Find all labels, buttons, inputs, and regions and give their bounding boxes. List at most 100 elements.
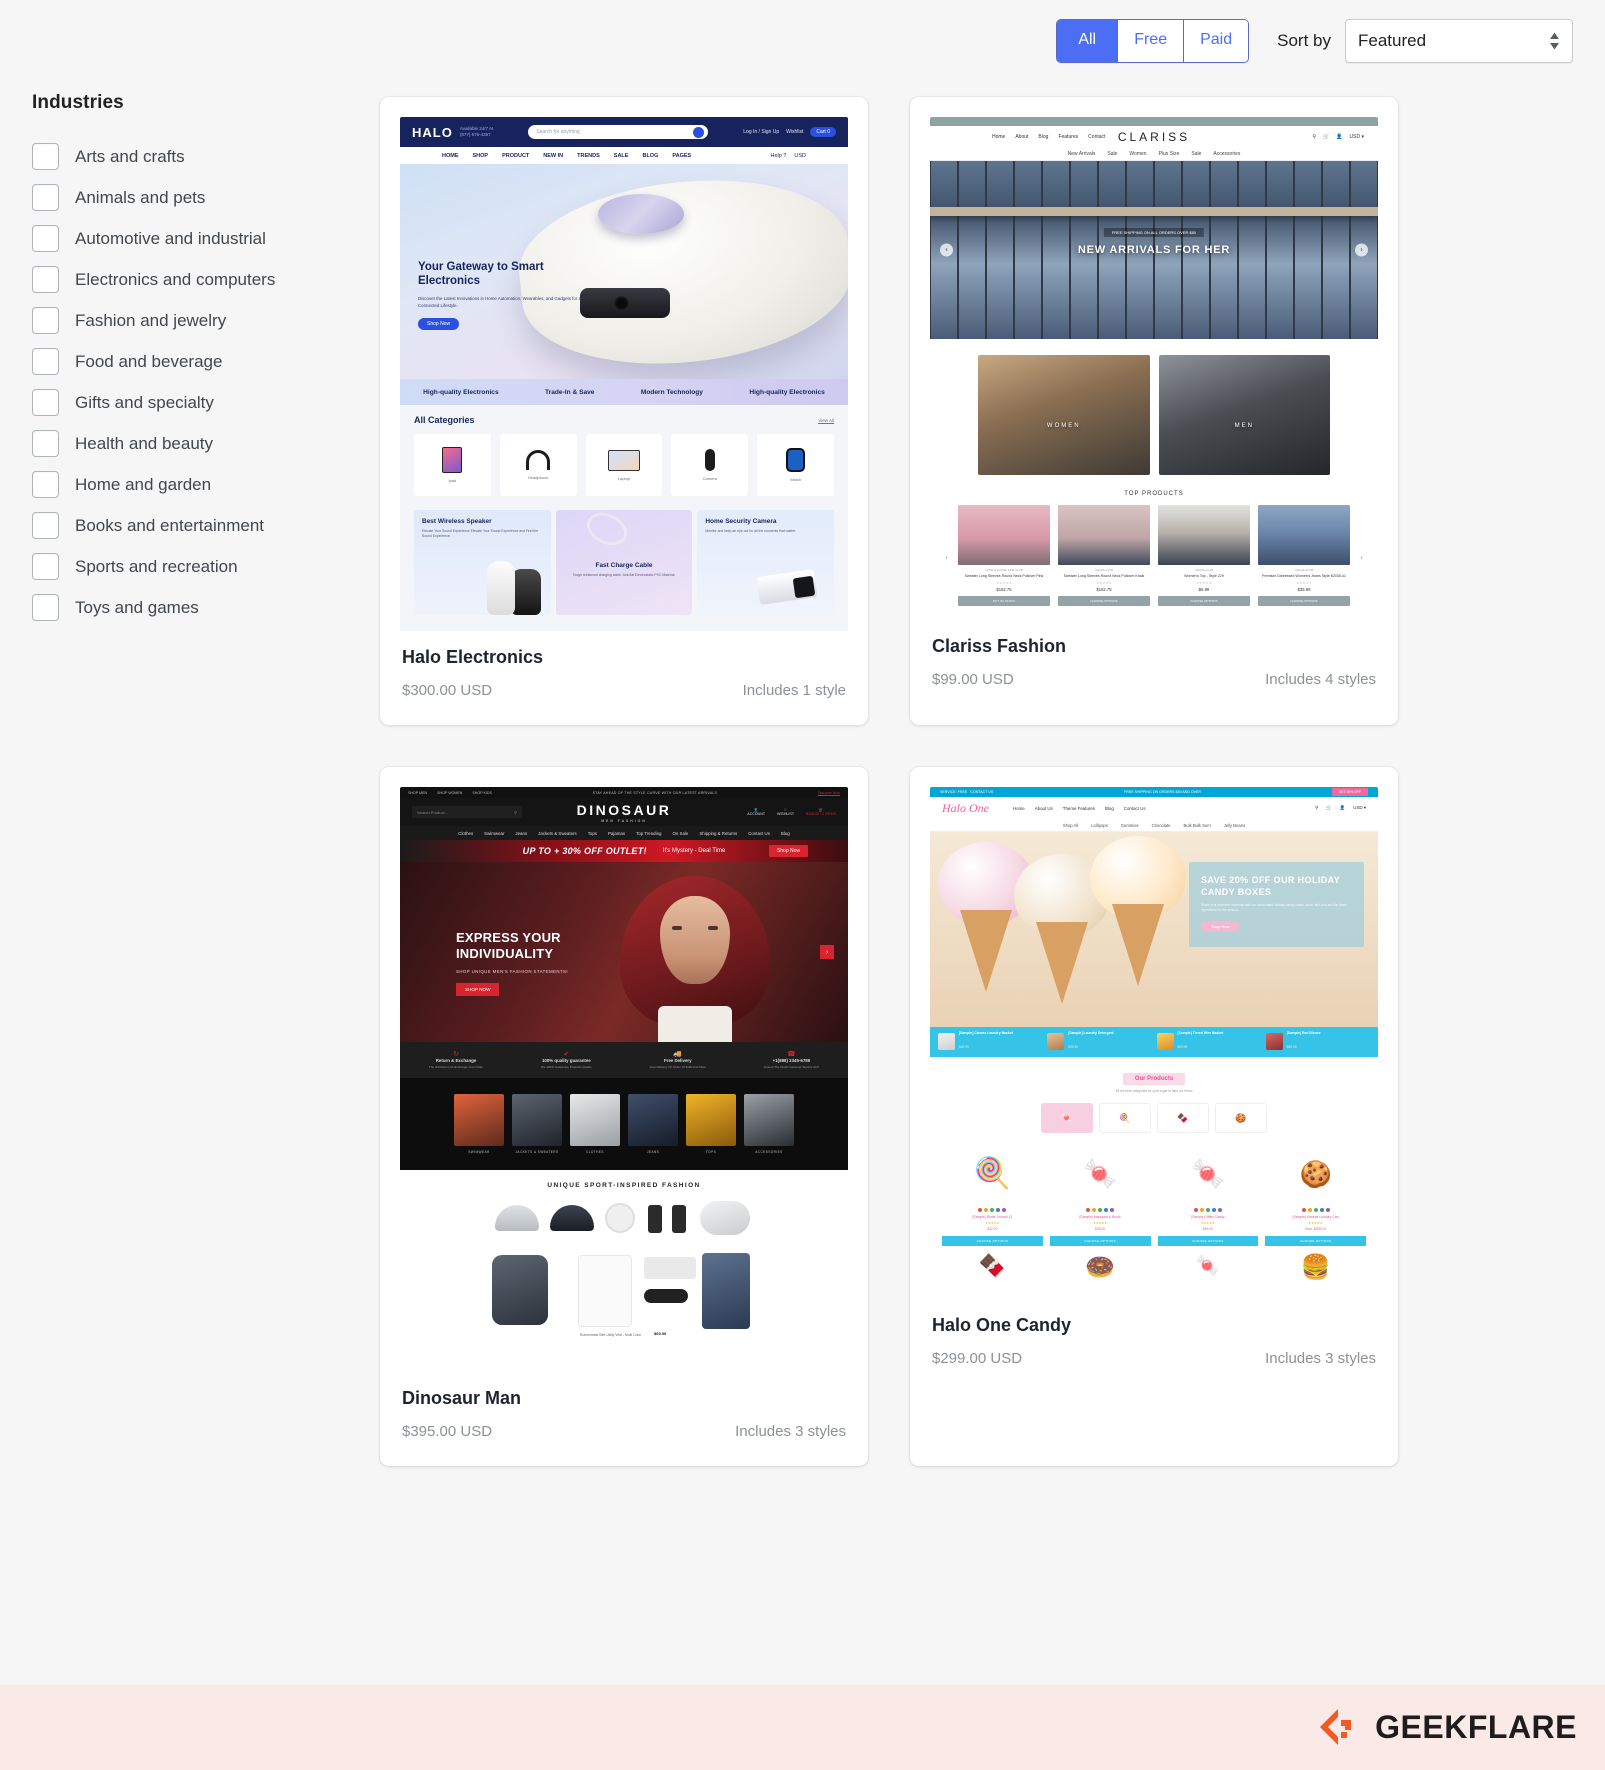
subnav-item[interactable]: Accessories [1213, 151, 1240, 157]
category-cell-headphone[interactable]: Headphone [499, 434, 577, 496]
nav-item[interactable]: Home [1013, 806, 1025, 811]
promo-card-speaker[interactable]: Best Wireless Speaker Elevate Your Sound… [414, 510, 551, 615]
nav-item[interactable]: Contact Us [1124, 806, 1146, 811]
color-swatches[interactable] [1265, 1208, 1366, 1212]
category-cell-tops[interactable]: TOPS [686, 1094, 736, 1154]
cart-icon[interactable]: 🛒 $108.00 / 3 ITEMS [806, 808, 836, 816]
promo-card-camera[interactable]: Home Security Camera Monitor and keep an… [697, 510, 835, 615]
nav-item[interactable]: On Sale [672, 831, 688, 836]
product-card[interactable]: GRACE CLUB Sweater Long Sleeves Round Ne… [1058, 505, 1150, 606]
category-cell-swimwear[interactable]: SWIMWEAR [454, 1094, 504, 1154]
checkbox-fashion-and-jewelry[interactable] [32, 307, 59, 334]
price-filter-segmented-control[interactable]: All Free Paid [1056, 19, 1250, 63]
nav-item[interactable]: Contact [1088, 134, 1105, 140]
product-card[interactable]: 🍬 [Sample] Marzipan & Brook ★★★★★ $39.00… [1049, 1145, 1151, 1247]
nav-item[interactable]: Blog [1105, 806, 1114, 811]
product-card[interactable]: 🍬 [Sample] Utility Caddy ★★★★★ $49.00 CH… [1157, 1145, 1259, 1247]
top-tab[interactable]: SHOP WOMEN [437, 791, 462, 795]
nav-item[interactable]: NEW IN [543, 153, 563, 159]
help-link[interactable]: Help ? [770, 153, 786, 159]
currency-selector[interactable]: USD ▾ [1350, 134, 1364, 140]
products-prev-icon[interactable]: ‹ [940, 552, 953, 565]
category-cell-ipad[interactable]: Ipad [414, 434, 491, 496]
sidebar-item-books-and-entertainment[interactable]: Books and entertainment [32, 505, 352, 546]
product-cta-button[interactable]: CHOOSE OPTIONS [942, 1236, 1043, 1247]
featured-item[interactable]: [Sample] Tiered Wire Basket $29.99 [1156, 1031, 1261, 1053]
subnav-item[interactable]: Sale [1191, 151, 1201, 157]
checkbox-home-and-garden[interactable] [32, 471, 59, 498]
theme-card-halo-one-candy[interactable]: SERVICE: FREE CONTACT US FREE SHIPPING O… [910, 767, 1398, 1466]
product-card[interactable]: LINDA & LOUISE PINE CLUB Sweater Long Sl… [958, 505, 1050, 606]
login-link[interactable]: Log In / Sign Up [743, 129, 779, 135]
product-card[interactable]: GRACE CLUB Premium Distressed Women's Je… [1258, 505, 1350, 606]
currency-selector[interactable]: USD ▾ [1353, 805, 1366, 811]
category-cell-watch[interactable]: Watch [757, 434, 834, 496]
sidebar-item-home-and-garden[interactable]: Home and garden [32, 464, 352, 505]
product-tab[interactable]: 🍪 [1215, 1103, 1267, 1133]
sidebar-item-automotive-and-industrial[interactable]: Automotive and industrial [32, 218, 352, 259]
product-cta-button[interactable]: CHOOSE OPTIONS [1265, 1236, 1366, 1247]
carousel-next-icon[interactable]: › [1355, 243, 1368, 257]
filter-all-button[interactable]: All [1057, 20, 1119, 62]
nav-item[interactable]: Home [992, 134, 1005, 140]
wishlist-link[interactable]: Wishlist [786, 129, 803, 135]
filter-free-button[interactable]: Free [1118, 20, 1185, 62]
checkbox-health-and-beauty[interactable] [32, 430, 59, 457]
subnav-item[interactable]: Women [1129, 151, 1146, 157]
categories-view-all-link[interactable]: View All [818, 418, 834, 423]
sidebar-item-electronics-and-computers[interactable]: Electronics and computers [32, 259, 352, 300]
sidebar-item-gifts-and-specialty[interactable]: Gifts and specialty [32, 382, 352, 423]
nav-item[interactable]: Swimwear [484, 831, 504, 836]
featured-item[interactable]: [Sample] Red Blouse $59.99 [1265, 1031, 1370, 1053]
cart-icon[interactable]: 🛒 [1323, 134, 1329, 140]
checkbox-food-and-beverage[interactable] [32, 348, 59, 375]
sidebar-item-sports-and-recreation[interactable]: Sports and recreation [32, 546, 352, 587]
theme-card-dinosaur-man[interactable]: SHOP MEN SHOP WOMEN SHOP KIDS STAY AHEAD… [380, 767, 868, 1466]
category-cell-clothes[interactable]: CLOTHES [570, 1094, 620, 1154]
nav-item[interactable]: BLOG [642, 153, 658, 159]
collection-tile-women[interactable]: WOMEN [978, 355, 1150, 475]
nav-item[interactable]: PRODUCT [502, 153, 529, 159]
subnav-item[interactable]: Chocolate [1152, 823, 1171, 828]
carousel-next-icon[interactable]: › [820, 945, 834, 959]
nav-item[interactable]: SHOP [473, 153, 489, 159]
sort-by-select[interactable]: Featured [1345, 19, 1573, 63]
sidebar-item-food-and-beverage[interactable]: Food and beverage [32, 341, 352, 382]
products-next-icon[interactable]: › [1355, 552, 1368, 565]
product-tab[interactable]: 🍭 [1099, 1103, 1151, 1133]
product-cta-button[interactable]: CHOOSE OPTIONS [1049, 1236, 1151, 1247]
nav-item[interactable]: Jackets & Sweaters [538, 831, 577, 836]
checkbox-gifts-and-specialty[interactable] [32, 389, 59, 416]
category-cell-jeans[interactable]: JEANS [628, 1094, 678, 1154]
sidebar-item-arts-and-crafts[interactable]: Arts and crafts [32, 136, 352, 177]
top-tab[interactable]: SHOP KIDS [472, 791, 492, 795]
nav-item[interactable]: SALE [614, 153, 629, 159]
currency-selector[interactable]: USD [794, 153, 806, 159]
color-swatches[interactable] [1158, 1208, 1259, 1212]
promo-cta-button[interactable]: Shop Now [768, 845, 808, 857]
subnav-item[interactable]: Shop All [1063, 823, 1078, 828]
discount-badge[interactable]: GET 20% OFF [1331, 788, 1368, 796]
product-tab[interactable]: 🍫 [1157, 1103, 1209, 1133]
hero-cta-button[interactable]: Shop Now [1201, 920, 1240, 932]
cart-button[interactable]: Cart 0 [810, 127, 836, 137]
carousel-prev-icon[interactable]: ‹ [940, 243, 953, 257]
account-icon[interactable]: 👤 ACCOUNT [747, 808, 765, 816]
search-icon[interactable]: ⚲ [514, 810, 517, 815]
category-cell-laptop[interactable]: Laptop [585, 434, 663, 496]
nav-item[interactable]: About [1015, 134, 1028, 140]
nav-item[interactable]: Blog [1038, 134, 1048, 140]
nav-item[interactable]: TRENDS [577, 153, 600, 159]
color-swatches[interactable] [942, 1208, 1043, 1212]
top-tab[interactable]: SHOP MEN [408, 791, 427, 795]
account-icon[interactable]: 👤 [1336, 134, 1342, 140]
subnav-item[interactable]: Plus Size [1159, 151, 1180, 157]
stepper-icon[interactable] [1549, 32, 1560, 50]
nav-item[interactable]: Features [1058, 134, 1078, 140]
search-icon[interactable] [693, 126, 705, 138]
product-cta-button[interactable]: CHOOSE OPTIONS [1157, 1236, 1259, 1247]
announcement-link[interactable]: Discover Now [818, 791, 840, 795]
sidebar-item-health-and-beauty[interactable]: Health and beauty [32, 423, 352, 464]
account-icon[interactable]: 👤 [1340, 805, 1345, 811]
contact-link[interactable]: CONTACT US [970, 790, 993, 794]
